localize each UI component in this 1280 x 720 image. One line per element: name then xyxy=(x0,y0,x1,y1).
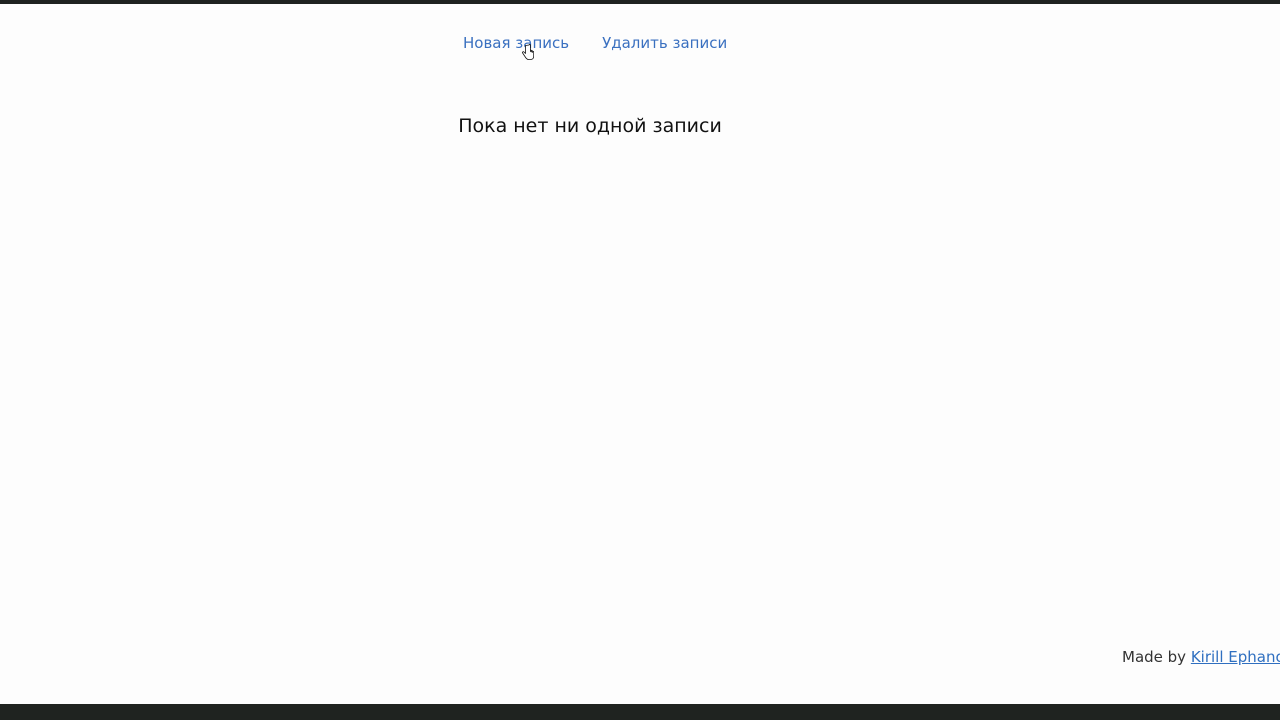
empty-state-message: Пока нет ни одной записи xyxy=(458,115,722,137)
page: Новая запись Удалить записи Пока нет ни … xyxy=(0,4,1280,704)
main-nav: Новая запись Удалить записи xyxy=(463,34,727,52)
window-bottom-border xyxy=(0,704,1280,720)
delete-entries-link[interactable]: Удалить записи xyxy=(602,34,727,52)
footer-made-by: Made by xyxy=(1122,648,1187,666)
hand-pointer-icon xyxy=(522,44,534,60)
footer: Made by Kirill Ephano xyxy=(1122,648,1280,666)
author-link[interactable]: Kirill Ephano xyxy=(1191,648,1280,666)
new-entry-link[interactable]: Новая запись xyxy=(463,34,569,52)
